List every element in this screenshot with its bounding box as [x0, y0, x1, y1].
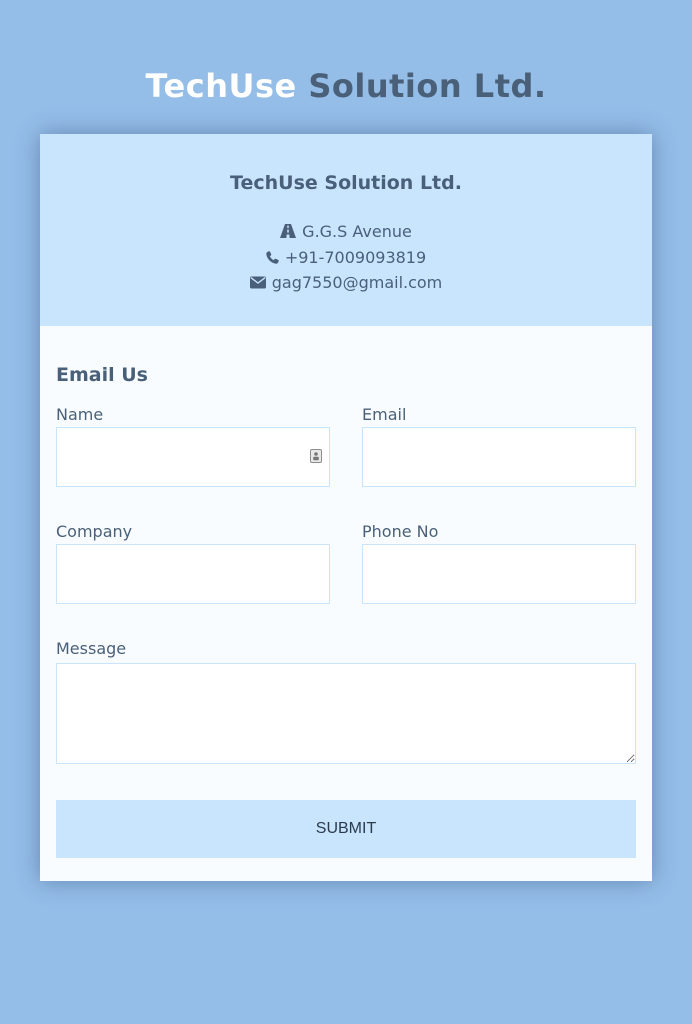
company-email-link[interactable]: gag7550@gmail.com	[272, 273, 443, 292]
site-brand-title: TechUse Solution Ltd.	[0, 66, 692, 106]
email-input[interactable]	[362, 427, 636, 487]
phone-field-group: Phone No	[362, 520, 636, 604]
company-address-text: G.G.S Avenue	[302, 222, 412, 241]
company-info-panel: TechUse Solution Ltd. G.G.S Avenue +91-7…	[40, 134, 652, 326]
company-phone-link[interactable]: +91-7009093819	[285, 248, 426, 267]
company-address: G.G.S Avenue	[40, 219, 652, 245]
company-input[interactable]	[56, 544, 330, 604]
form-row-company-phone: Company Phone No	[56, 520, 636, 637]
name-input[interactable]	[56, 427, 330, 487]
phone-icon	[266, 250, 279, 264]
message-textarea[interactable]	[56, 663, 636, 764]
company-field-group: Company	[56, 520, 330, 604]
message-label: Message	[56, 639, 127, 658]
name-field-group: Name	[56, 403, 330, 487]
road-icon	[280, 224, 297, 238]
brand-part-solution: Solution Ltd.	[308, 67, 547, 105]
email-form: Email Us Name Email Company Phone No Mes…	[40, 326, 652, 858]
company-email: gag7550@gmail.com	[40, 270, 652, 296]
message-field-group: Message	[56, 639, 636, 764]
submit-button[interactable]: SUBMIT	[56, 800, 636, 858]
company-phone: +91-7009093819	[40, 245, 652, 271]
email-label: Email	[362, 405, 407, 424]
company-name: TechUse Solution Ltd.	[230, 172, 462, 194]
form-title: Email Us	[56, 364, 148, 386]
email-field-group: Email	[362, 403, 636, 487]
brand-part-techuse: TechUse	[145, 67, 297, 105]
company-contact-list: G.G.S Avenue +91-7009093819 gag7550@gmai…	[40, 194, 652, 296]
company-label: Company	[56, 522, 133, 541]
contact-card: TechUse Solution Ltd. G.G.S Avenue +91-7…	[40, 134, 652, 881]
envelope-icon	[249, 276, 266, 289]
form-row-name-email: Name Email	[56, 403, 636, 520]
name-label: Name	[56, 405, 104, 424]
contact-card-icon	[310, 449, 322, 463]
phone-input[interactable]	[362, 544, 636, 604]
phone-label: Phone No	[362, 522, 439, 541]
